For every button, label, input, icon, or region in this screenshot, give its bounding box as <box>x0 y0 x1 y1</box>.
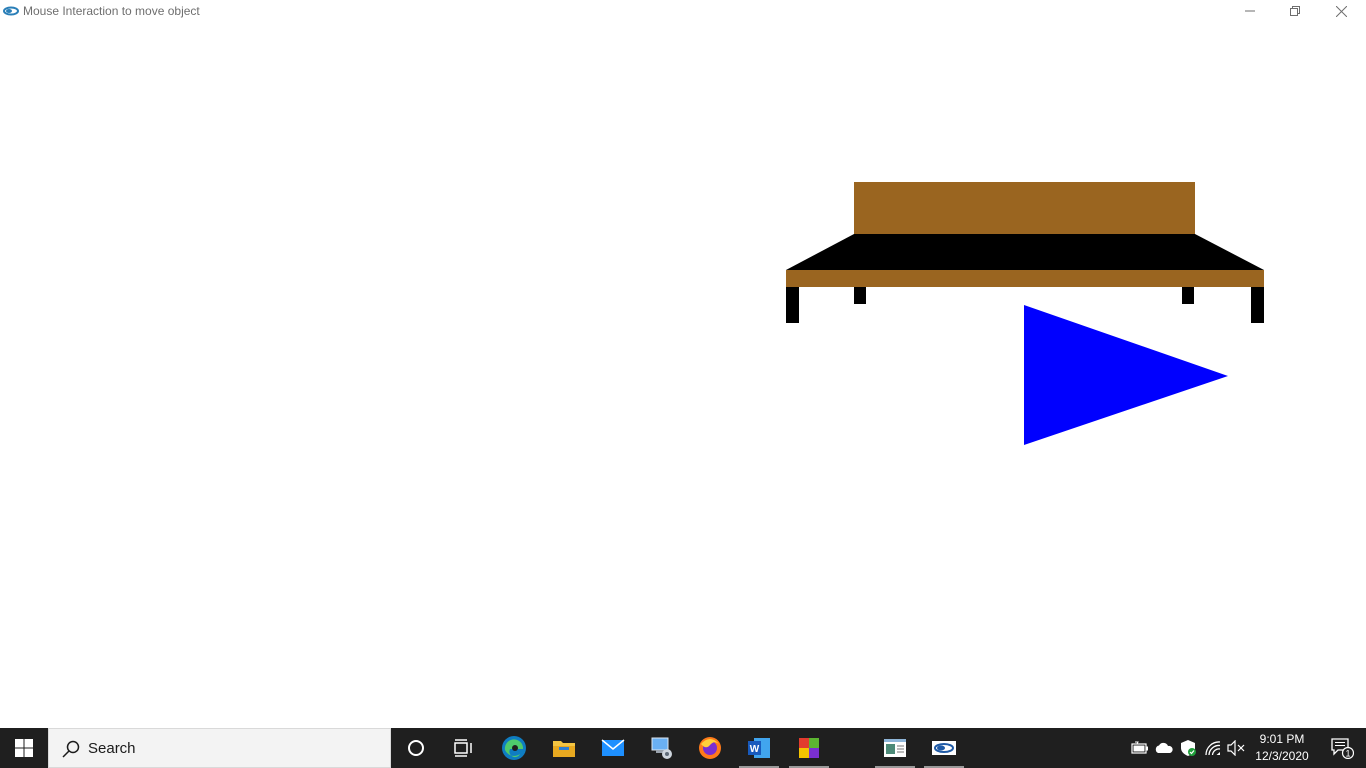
onedrive-button[interactable] <box>1154 738 1174 758</box>
action-center-button[interactable]: 1 <box>1318 728 1366 768</box>
app-multicolor-icon <box>799 738 819 758</box>
firefox-icon <box>699 737 721 759</box>
search-icon <box>62 740 80 758</box>
app-window: Mouse Interaction to move object <box>0 0 1366 728</box>
cortana-button[interactable] <box>392 728 440 768</box>
battery-button[interactable] <box>1130 738 1150 758</box>
search-placeholder: Search <box>88 740 136 757</box>
firefox-button[interactable] <box>686 728 734 768</box>
title-bar[interactable]: Mouse Interaction to move object <box>0 0 1366 24</box>
start-button[interactable] <box>0 728 48 768</box>
minimize-icon <box>1245 10 1255 12</box>
app-opengl-icon <box>932 741 956 755</box>
control-panel-button[interactable] <box>638 728 686 768</box>
edge-button[interactable] <box>490 728 538 768</box>
restore-button[interactable] <box>1272 0 1318 22</box>
cortana-icon <box>408 740 424 756</box>
notification-count: 1 <box>1345 749 1350 759</box>
taskbar: Search W 9:01 PM 12/3/2020 1 <box>0 728 1366 768</box>
bench-backrest <box>854 182 1195 234</box>
word-icon: W <box>748 738 770 758</box>
clock[interactable]: 9:01 PM 12/3/2020 <box>1245 731 1319 765</box>
wifi-icon <box>1205 741 1221 756</box>
canvas[interactable] <box>0 24 1366 728</box>
edge-icon <box>502 736 526 760</box>
notification-icon: 1 <box>1331 738 1354 759</box>
clock-time: 9:01 PM <box>1259 732 1305 746</box>
bench-seat <box>786 234 1264 270</box>
defender-icon <box>1181 740 1196 756</box>
close-button[interactable] <box>1318 0 1364 22</box>
bench-leg-front-right <box>1251 287 1264 323</box>
file-explorer-icon <box>553 741 575 757</box>
mail-icon <box>601 739 625 756</box>
volume-button[interactable] <box>1226 738 1246 758</box>
app-window-button[interactable] <box>871 728 919 768</box>
close-icon <box>1335 5 1347 17</box>
task-view-icon <box>454 739 472 757</box>
search-input[interactable]: Search <box>48 728 391 768</box>
clock-date: 12/3/2020 <box>1255 749 1309 763</box>
restore-icon <box>1290 6 1300 16</box>
file-explorer-button[interactable] <box>540 728 588 768</box>
wifi-button[interactable] <box>1203 738 1223 758</box>
window-title: Mouse Interaction to move object <box>23 4 200 18</box>
bench-leg-front-left <box>786 287 799 323</box>
battery-icon <box>1131 741 1148 754</box>
app-multicolor-button[interactable] <box>785 728 833 768</box>
task-view-button[interactable] <box>440 728 488 768</box>
minimize-button[interactable] <box>1227 0 1273 22</box>
app-icon <box>3 4 19 18</box>
mail-button[interactable] <box>589 728 637 768</box>
bench-front-edge <box>786 270 1264 287</box>
windows-icon <box>15 739 33 757</box>
onedrive-icon <box>1155 742 1173 753</box>
word-button[interactable]: W <box>735 728 783 768</box>
app-opengl-button[interactable] <box>920 728 968 768</box>
defender-button[interactable] <box>1178 738 1198 758</box>
bench[interactable] <box>786 182 1264 323</box>
triangle[interactable] <box>1024 305 1228 445</box>
bench-leg-back-left <box>854 287 866 304</box>
svg-text:W: W <box>750 744 760 755</box>
volume-muted-icon <box>1227 740 1245 756</box>
control-panel-icon <box>651 737 672 759</box>
app-window-icon <box>884 739 906 757</box>
bench-leg-back-right <box>1182 287 1194 304</box>
